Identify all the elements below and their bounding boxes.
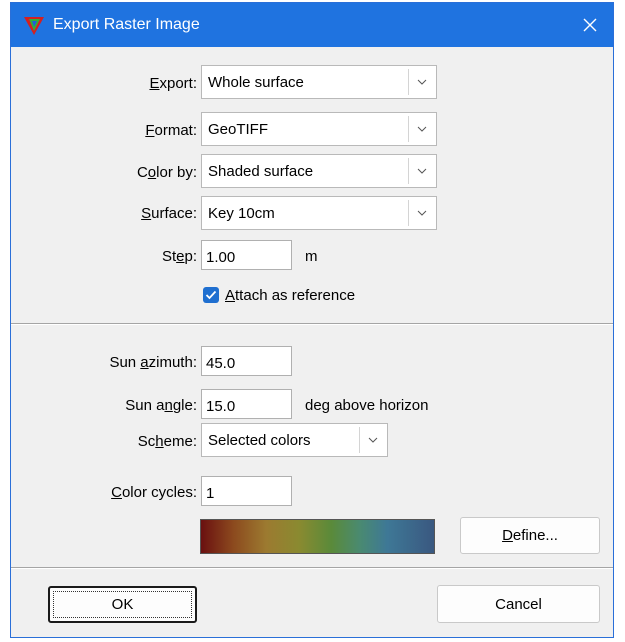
export-value: Whole surface: [208, 74, 304, 91]
chevron-down-icon: [408, 197, 436, 229]
format-value: GeoTIFF: [208, 121, 269, 138]
surface-value: Key 10cm: [208, 205, 275, 222]
color-cycles-input[interactable]: [201, 476, 292, 506]
format-select[interactable]: GeoTIFF: [201, 112, 437, 146]
step-unit: m: [305, 248, 318, 265]
export-select[interactable]: Whole surface: [201, 65, 437, 99]
color-by-value: Shaded surface: [208, 163, 314, 180]
chevron-down-icon: [408, 155, 436, 187]
color-scheme-preview: [200, 519, 435, 554]
define-button[interactable]: Define...: [460, 517, 600, 554]
attach-reference-label[interactable]: Attach as reference: [225, 287, 355, 304]
color-by-select[interactable]: Shaded surface: [201, 154, 437, 188]
scheme-select[interactable]: Selected colors: [201, 423, 388, 457]
surface-select[interactable]: Key 10cm: [201, 196, 437, 230]
ok-button[interactable]: OK: [48, 586, 197, 623]
close-button[interactable]: [567, 3, 613, 47]
color-by-label: Color by:: [136, 164, 197, 181]
cancel-button[interactable]: Cancel: [437, 585, 600, 623]
export-label: Export:: [149, 75, 197, 92]
scheme-label: Scheme:: [137, 433, 197, 450]
sun-azimuth-input[interactable]: [201, 346, 292, 376]
step-label: Step:: [161, 248, 197, 265]
section-divider-highlight: [11, 324, 613, 325]
export-raster-dialog: Export Raster Image Export: Whole surfac…: [10, 2, 614, 638]
scheme-value: Selected colors: [208, 432, 311, 449]
footer-divider-highlight: [11, 568, 613, 569]
triangle-logo-icon: [24, 17, 44, 35]
sun-azimuth-label: Sun azimuth:: [109, 354, 197, 371]
color-cycles-label: Color cycles:: [111, 484, 197, 501]
window-title: Export Raster Image: [53, 16, 200, 33]
surface-label: Surface:: [141, 205, 197, 222]
focus-ring: [53, 591, 192, 618]
cancel-button-label: Cancel: [495, 595, 542, 613]
define-button-label: Define...: [502, 527, 558, 544]
title-bar: Export Raster Image: [11, 3, 613, 47]
chevron-down-icon: [359, 424, 387, 456]
step-input[interactable]: [201, 240, 292, 270]
sun-angle-input[interactable]: [201, 389, 292, 419]
checkmark-icon: [205, 290, 217, 300]
sun-angle-label: Sun angle:: [125, 397, 197, 414]
format-label: Format:: [145, 122, 197, 139]
attach-reference-checkbox[interactable]: [203, 287, 219, 303]
chevron-down-icon: [408, 113, 436, 145]
sun-angle-unit: deg above horizon: [305, 397, 429, 414]
chevron-down-icon: [408, 66, 436, 98]
close-icon: [583, 18, 597, 32]
